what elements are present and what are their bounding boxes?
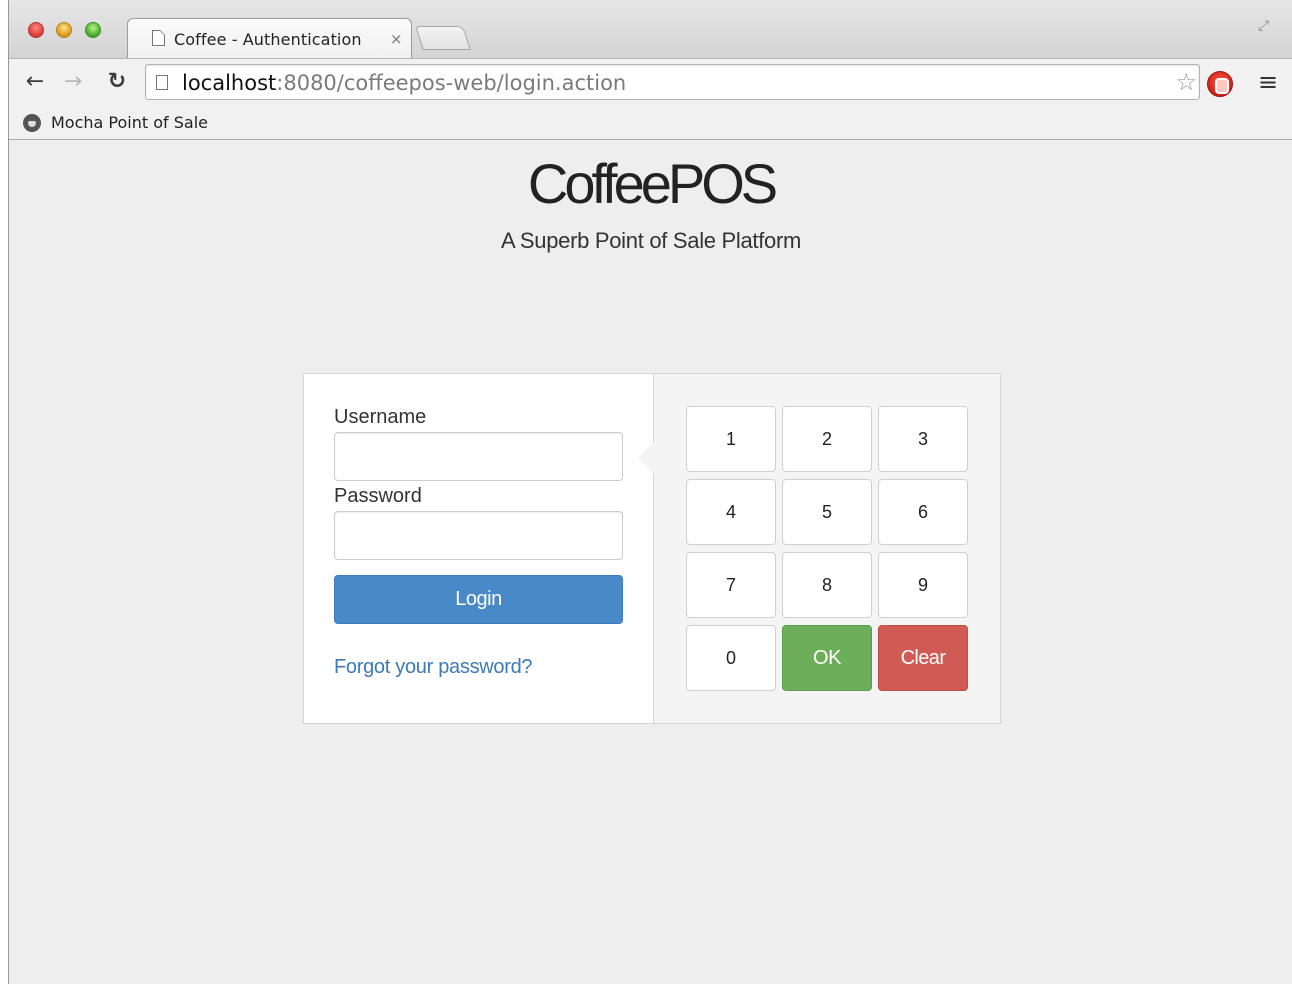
close-tab-icon[interactable]: × [390,30,403,48]
keypad-clear-button[interactable]: Clear [878,625,968,691]
minimize-window-button[interactable] [56,22,72,38]
keypad-key-5[interactable]: 5 [782,479,872,545]
keypad-ok-button[interactable]: OK [782,625,872,691]
login-form: Username Password Login Forgot your pass… [304,374,653,723]
bookmark-item[interactable]: Mocha Point of Sale [51,113,208,132]
address-bar[interactable]: localhost:8080/coffeepos-web/login.actio… [145,64,1200,100]
login-card: Username Password Login Forgot your pass… [303,373,1001,724]
forgot-password-link[interactable]: Forgot your password? [334,656,533,679]
title-bar: Coffee - Authentication × ⤢ [9,0,1292,58]
page-title: CoffeePOS [527,152,778,215]
login-button[interactable]: Login [334,575,623,624]
zoom-window-button[interactable] [85,22,101,38]
password-label: Password [334,485,422,507]
reload-icon[interactable]: ↻ [103,69,131,95]
keypad-key-1[interactable]: 1 [686,406,776,472]
page-subtitle: A Superb Point of Sale Platform [500,228,802,253]
back-arrow-icon[interactable]: ← [21,69,49,95]
fullscreen-icon[interactable]: ⤢ [1258,18,1276,36]
password-input[interactable] [334,511,623,560]
keypad-key-6[interactable]: 6 [878,479,968,545]
browser-window: Coffee - Authentication × ⤢ ← → ↻ localh… [8,0,1292,984]
page-icon [152,30,165,46]
hamburger-menu-icon[interactable]: ≡ [1258,69,1280,95]
bookmark-favicon-icon [23,114,41,132]
forward-arrow-icon[interactable]: → [59,69,87,95]
new-tab-button[interactable] [415,26,471,50]
browser-tab[interactable]: Coffee - Authentication × [127,18,412,58]
username-input[interactable] [334,432,623,481]
browser-toolbar: ← → ↻ localhost:8080/coffeepos-web/login… [9,58,1292,106]
keypad-key-4[interactable]: 4 [686,479,776,545]
close-window-button[interactable] [28,22,44,38]
adblock-icon[interactable] [1207,71,1233,97]
keypad-key-2[interactable]: 2 [782,406,872,472]
tab-title: Coffee - Authentication [174,30,362,49]
keypad-key-3[interactable]: 3 [878,406,968,472]
page-icon [156,75,168,90]
keypad-key-0[interactable]: 0 [686,625,776,691]
page-content: CoffeePOS A Superb Point of Sale Platfor… [9,141,1292,984]
bookmark-star-icon[interactable]: ☆ [1175,68,1197,96]
username-label: Username [334,406,427,428]
keypad-key-7[interactable]: 7 [686,552,776,618]
bookmarks-bar: Mocha Point of Sale [9,106,1292,140]
keypad-key-8[interactable]: 8 [782,552,872,618]
numeric-keypad: 1 2 3 4 5 6 7 8 9 0 OK Clear [653,374,1000,723]
keypad-key-9[interactable]: 9 [878,552,968,618]
url-text[interactable]: localhost:8080/coffeepos-web/login.actio… [182,71,626,95]
